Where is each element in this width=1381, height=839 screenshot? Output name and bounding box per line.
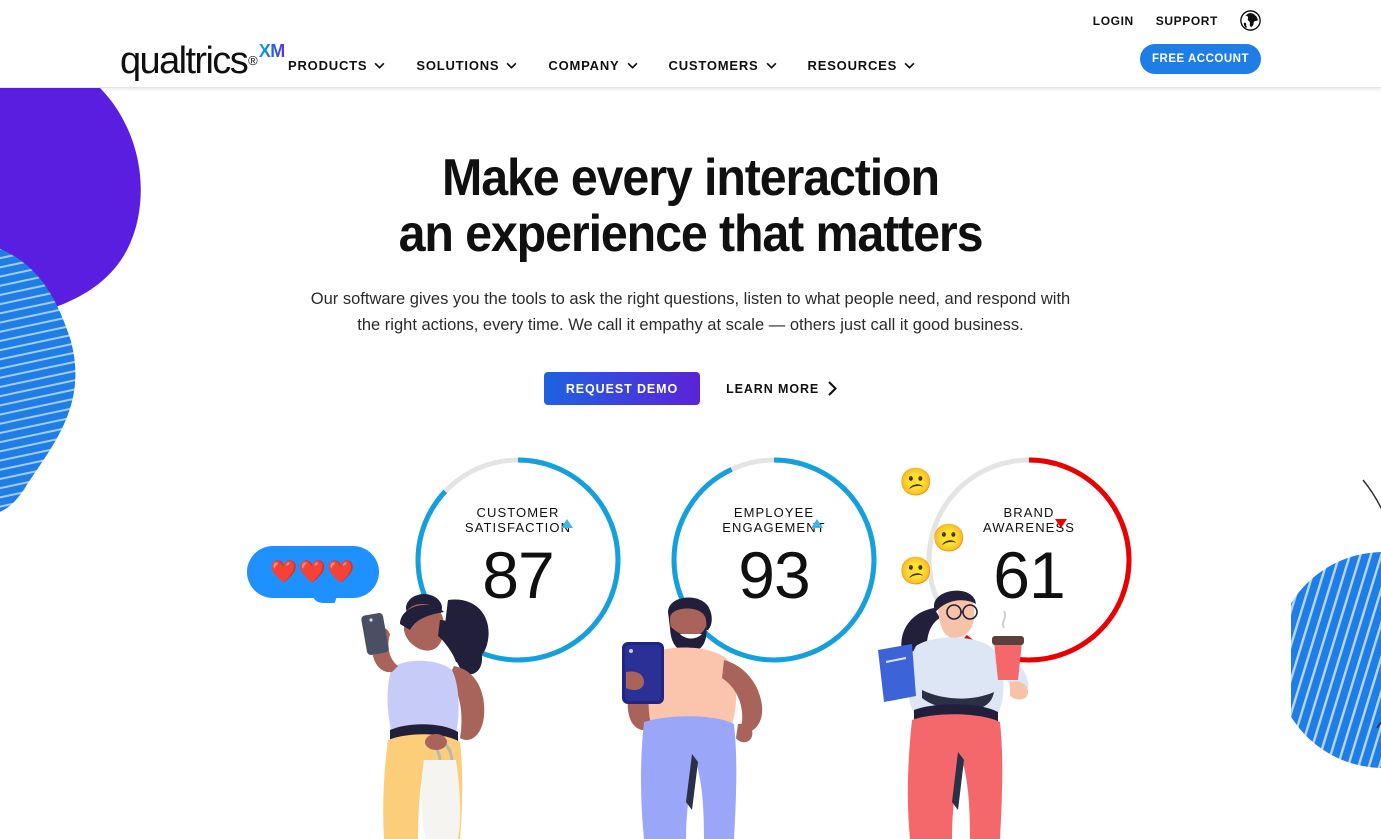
frowning-face-icon: 😕 [899,556,933,586]
thin-outline-arc [1362,479,1381,729]
metric-value: 93 [738,538,810,612]
metric-content: CUSTOMER SATISFACTION 87 [413,505,623,611]
qualtrics-logo[interactable]: qualtrics ® XM [120,40,286,82]
chevron-down-icon [904,62,915,69]
nav-item-customers[interactable]: CUSTOMERS [669,58,777,73]
frowning-face-icon: 😕 [932,523,966,553]
trend-up-icon [811,519,823,528]
hero-cta-row: REQUEST DEMO LEARN MORE [0,372,1381,405]
utility-navigation: LOGIN SUPPORT [1093,10,1261,31]
site-header: LOGIN SUPPORT qualtrics ® XM PRODUCTS SO… [0,0,1381,88]
support-link[interactable]: SUPPORT [1156,14,1218,28]
heart-emojis: ❤️❤️❤️ [270,559,356,584]
login-link[interactable]: LOGIN [1093,14,1134,28]
learn-more-label: LEARN MORE [726,381,820,396]
headline-line-1: Make every interaction [442,149,940,207]
page-title: Make every interaction an experience tha… [48,150,1332,262]
nav-item-solutions[interactable]: SOLUTIONS [416,58,517,73]
metric-content: BRAND AWARENESS 61 [924,505,1134,611]
logo-registered-mark: ® [248,53,258,68]
globe-icon[interactable] [1240,10,1261,31]
frowning-face-icon: 😕 [899,467,933,497]
chevron-right-icon [828,381,838,396]
metric-label-line-1: EMPLOYEE [733,505,815,520]
nav-label: COMPANY [548,58,620,73]
trend-down-icon [1055,519,1067,528]
headline-line-2: an experience that matters [398,205,984,263]
metric-label-line-1: BRAND [1003,505,1055,520]
trend-up-icon [561,519,573,528]
chevron-down-icon [766,62,777,69]
metric-label-line-2: SATISFACTION [464,520,572,535]
nav-label: SOLUTIONS [416,58,500,73]
nav-label: PRODUCTS [288,58,368,73]
logo-xm-suffix: XM [258,41,286,61]
metric-card-brand-awareness[interactable]: BRAND AWARENESS 61 [924,455,1134,665]
metric-value: 87 [482,538,554,612]
heart-reaction-bubble: ❤️❤️❤️ [247,546,379,598]
nav-label: CUSTOMERS [668,58,759,73]
main-navigation: PRODUCTS SOLUTIONS COMPANY CUSTOMERS RES… [288,58,915,73]
chevron-down-icon [627,62,637,69]
nav-item-products[interactable]: PRODUCTS [288,58,385,73]
chevron-down-icon [374,62,385,69]
hero-section: Make every interaction an experience tha… [0,88,1381,405]
nav-item-company[interactable]: COMPANY [548,58,637,73]
hero-subheading: Our software gives you the tools to ask … [310,290,1071,334]
nav-label: RESOURCES [807,58,898,73]
learn-more-button[interactable]: LEARN MORE [726,381,838,396]
chevron-down-icon [506,62,517,69]
logo-wordmark: qualtrics [120,40,249,82]
metric-content: EMPLOYEE ENGAGEMENT 93 [669,505,879,611]
metric-card-employee-engagement[interactable]: EMPLOYEE ENGAGEMENT 93 [669,455,879,665]
metric-label-line-1: CUSTOMER [476,505,560,520]
metric-card-customer-satisfaction[interactable]: CUSTOMER SATISFACTION 87 [413,455,623,665]
request-demo-button[interactable]: REQUEST DEMO [543,372,701,405]
qualtrics-homepage: LOGIN SUPPORT qualtrics ® XM PRODUCTS SO… [0,0,1381,839]
free-account-button[interactable]: FREE ACCOUNT [1140,44,1261,74]
right-decoration [1291,479,1381,768]
metric-label: CUSTOMER SATISFACTION [465,505,571,535]
nav-item-resources[interactable]: RESOURCES [808,58,916,73]
